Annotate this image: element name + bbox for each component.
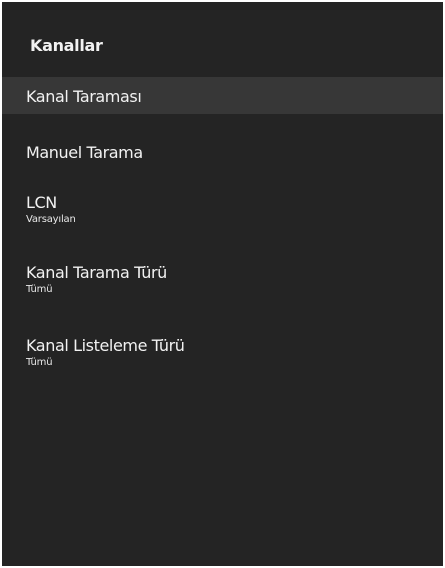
- menu-item-label: Kanal Tarama Türü: [26, 263, 167, 282]
- menu-item-manuel-tarama[interactable]: Manuel Tarama: [2, 135, 443, 175]
- menu-item-label: Manuel Tarama: [26, 143, 143, 162]
- menu-item-value: Tümü: [26, 284, 53, 295]
- menu-item-lcn[interactable]: LCN Varsayılan: [2, 187, 443, 233]
- menu-item-kanal-taramasi[interactable]: Kanal Taraması: [2, 77, 443, 114]
- menu-item-value: Varsayılan: [26, 214, 76, 225]
- settings-panel: Kanallar Kanal Taraması Manuel Tarama LC…: [2, 2, 443, 566]
- menu-item-value: Tümü: [26, 357, 53, 368]
- panel-title: Kanallar: [30, 36, 103, 55]
- menu-item-kanal-tarama-turu[interactable]: Kanal Tarama Türü Tümü: [2, 257, 443, 303]
- menu-item-label: Kanal Taraması: [26, 87, 142, 106]
- menu-item-label: LCN: [26, 193, 57, 212]
- menu-item-kanal-listeleme-turu[interactable]: Kanal Listeleme Türü Tümü: [2, 330, 443, 376]
- menu-item-label: Kanal Listeleme Türü: [26, 336, 185, 355]
